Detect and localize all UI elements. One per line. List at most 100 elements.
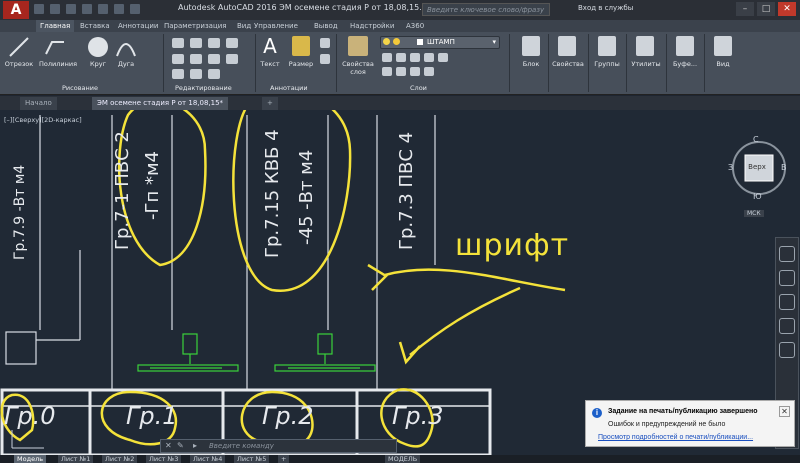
open-file-icon[interactable] <box>50 4 60 14</box>
add-layout-icon[interactable]: + <box>278 455 290 463</box>
minimize-icon[interactable]: – <box>736 2 754 16</box>
groups-icon[interactable] <box>598 36 616 56</box>
explode-icon[interactable] <box>226 54 238 64</box>
save-as-icon[interactable] <box>82 4 92 14</box>
block-icon[interactable] <box>522 36 540 56</box>
clipboard-icon[interactable] <box>676 36 694 56</box>
polyline-button[interactable]: Полилиния <box>38 60 78 68</box>
layout-tab[interactable]: Лист №2 <box>102 455 138 463</box>
array-icon[interactable] <box>208 69 220 79</box>
layer-tool-icon[interactable] <box>424 67 434 76</box>
dimension-button[interactable]: Размер <box>286 60 316 68</box>
layer-properties-line2[interactable]: слоя <box>340 68 376 76</box>
panel-layers-label[interactable]: Слои <box>410 84 427 92</box>
file-tab-start[interactable]: Начало <box>20 97 57 110</box>
notification-details-link[interactable]: Просмотр подробностей о печати/публикаци… <box>598 434 753 441</box>
layer-tool-icon[interactable] <box>424 53 434 62</box>
arc-icon[interactable] <box>115 36 137 58</box>
line-button[interactable]: Отрезок <box>2 60 36 68</box>
utilities-button[interactable]: Утилиты <box>628 60 664 68</box>
pan-icon[interactable] <box>779 270 795 286</box>
view-icon[interactable] <box>714 36 732 56</box>
tab-manage[interactable]: Управление <box>250 20 302 32</box>
layout-tab[interactable]: Лист №4 <box>190 455 226 463</box>
layer-properties-line1[interactable]: Свойства <box>340 60 376 68</box>
close-icon[interactable]: ✕ <box>779 406 790 417</box>
rotate-icon[interactable] <box>190 38 202 48</box>
erase-icon[interactable] <box>226 38 238 48</box>
copy-icon[interactable] <box>172 54 184 64</box>
maximize-icon[interactable]: □ <box>757 2 775 16</box>
save-icon[interactable] <box>66 4 76 14</box>
steering-wheel-icon[interactable] <box>779 246 795 262</box>
search-input[interactable]: Введите ключевое слово/фразу <box>422 3 550 16</box>
leader-icon[interactable] <box>320 38 330 48</box>
wrench-icon[interactable]: ✎ <box>177 440 184 452</box>
layer-tool-icon[interactable] <box>438 53 448 62</box>
orbit-icon[interactable] <box>779 318 795 334</box>
zoom-icon[interactable] <box>779 294 795 310</box>
tab-home[interactable]: Главная <box>36 20 75 32</box>
tab-addins[interactable]: Надстройки <box>346 20 398 32</box>
command-line[interactable]: ✕ ✎ ▸ Введите команду <box>160 439 397 453</box>
tab-annotations[interactable]: Аннотации <box>114 20 162 32</box>
tab-output[interactable]: Вывод <box>310 20 342 32</box>
command-input[interactable]: Введите команду <box>209 440 274 452</box>
table-icon[interactable] <box>320 54 330 64</box>
text-button[interactable]: Текст <box>258 60 282 68</box>
tab-parametric[interactable]: Параметризация <box>160 20 230 32</box>
layer-tool-icon[interactable] <box>396 67 406 76</box>
undo-icon[interactable] <box>114 4 124 14</box>
layout-tab[interactable]: Лист №3 <box>146 455 182 463</box>
tab-a360[interactable]: A360 <box>402 20 428 32</box>
layer-tool-icon[interactable] <box>396 53 406 62</box>
layer-tool-icon[interactable] <box>382 67 392 76</box>
utilities-icon[interactable] <box>636 36 654 56</box>
panel-modify-label[interactable]: Редактирование <box>175 84 232 92</box>
properties-icon[interactable] <box>558 36 576 56</box>
layer-tool-icon[interactable] <box>410 67 420 76</box>
stretch-icon[interactable] <box>172 69 184 79</box>
tab-insert[interactable]: Вставка <box>76 20 114 32</box>
clipboard-button[interactable]: Буфе... <box>668 60 702 68</box>
block-button[interactable]: Блок <box>516 60 546 68</box>
wcs-menu[interactable]: МСК <box>744 210 764 217</box>
layer-tool-icon[interactable] <box>410 53 420 62</box>
model-space-button[interactable]: МОДЕЛЬ <box>385 455 421 463</box>
new-tab-button[interactable]: + <box>262 97 278 110</box>
move-icon[interactable] <box>172 38 184 48</box>
view-button[interactable]: Вид <box>710 60 736 68</box>
fillet-icon[interactable] <box>208 54 220 64</box>
trim-icon[interactable] <box>208 38 220 48</box>
dimension-icon[interactable] <box>292 36 310 56</box>
print-icon[interactable] <box>98 4 108 14</box>
layout-tab-model[interactable]: Модель <box>14 455 47 463</box>
close-icon[interactable]: ✕ <box>778 2 796 16</box>
redo-icon[interactable] <box>130 4 140 14</box>
text-icon[interactable]: A <box>262 35 278 57</box>
layout-tab[interactable]: Лист №5 <box>234 455 270 463</box>
layout-tab[interactable]: Лист №1 <box>58 455 94 463</box>
autocad-logo[interactable]: A <box>3 1 29 19</box>
viewport-controls[interactable]: [–][Сверху][2D-каркас] <box>4 116 82 124</box>
panel-draw-label[interactable]: Рисование <box>62 84 98 92</box>
layer-tool-icon[interactable] <box>382 53 392 62</box>
circle-button[interactable]: Круг <box>86 60 110 68</box>
scale-icon[interactable] <box>190 69 202 79</box>
print-notification[interactable]: i Задание на печать/публикацию завершено… <box>585 400 795 447</box>
new-file-icon[interactable] <box>34 4 44 14</box>
layer-select[interactable]: ШТАМП ▾ <box>380 36 500 49</box>
panel-annotation-label[interactable]: Аннотации <box>270 84 308 92</box>
mirror-icon[interactable] <box>190 54 202 64</box>
file-tab-drawing[interactable]: ЭМ осемене стадия Р от 18,08,15* <box>92 97 229 110</box>
polyline-icon[interactable] <box>44 36 66 58</box>
close-icon[interactable]: ✕ <box>165 440 172 452</box>
viewcube-face[interactable]: Верх <box>746 163 768 171</box>
arc-button[interactable]: Дуга <box>115 60 137 68</box>
showmotion-icon[interactable] <box>779 342 795 358</box>
properties-button[interactable]: Свойства <box>550 60 586 68</box>
layer-properties-icon[interactable] <box>348 36 368 56</box>
line-icon[interactable] <box>8 36 30 58</box>
login-button[interactable]: Вход в службы <box>578 4 633 12</box>
circle-icon[interactable] <box>86 35 110 59</box>
